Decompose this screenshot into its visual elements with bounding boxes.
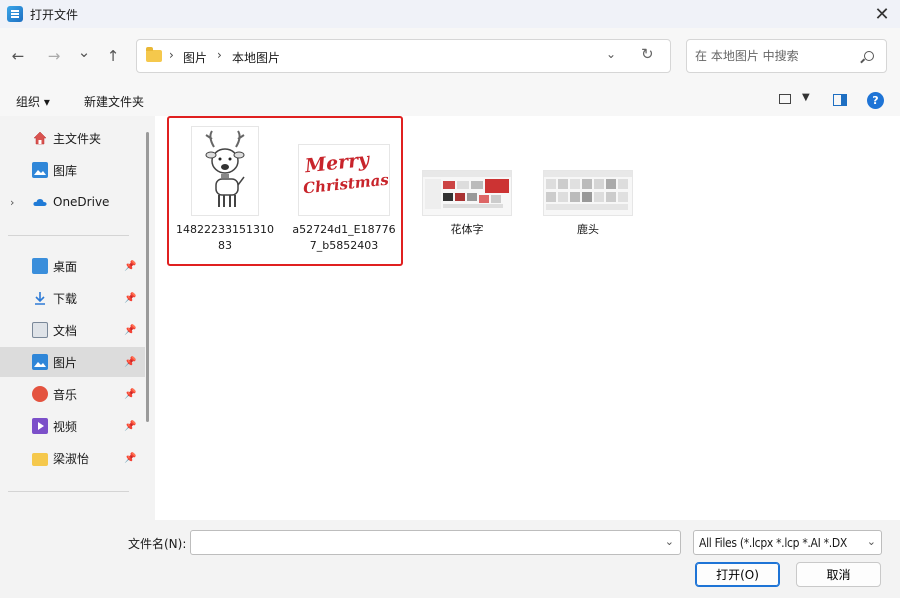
organize-menu[interactable]: 组织 ▾ <box>16 93 50 110</box>
file-name: 花体字 <box>450 223 484 236</box>
breadcrumb-separator: › <box>169 48 174 62</box>
sidebar-item-label: 视频 <box>53 419 78 434</box>
refresh-icon[interactable]: ↻ <box>641 45 654 63</box>
filename-combobox[interactable]: ⌄ <box>190 530 681 555</box>
sidebar-item-label: 桌面 <box>53 259 78 274</box>
navigation-bar: ← → ⌄ ↑ › 图片 › 本地图片 ⌄ ↻ <box>0 28 900 84</box>
sidebar-item-documents[interactable]: 文档 📌 <box>0 315 145 345</box>
search-icon[interactable] <box>864 51 874 61</box>
sidebar-item-home[interactable]: 主文件夹 <box>0 123 145 153</box>
folder-thumbnail <box>543 170 633 216</box>
file-type-select[interactable]: All Files (*.lcpx *.lcp *.AI *.DX ⌄ <box>693 530 882 555</box>
filename-dropdown-icon[interactable]: ⌄ <box>665 535 674 548</box>
window-title: 打开文件 <box>30 8 79 22</box>
sidebar-item-gallery[interactable]: 图库 <box>0 155 145 185</box>
search-box[interactable] <box>686 39 887 73</box>
folder-thumbnail <box>422 170 512 216</box>
new-folder-button[interactable]: 新建文件夹 <box>84 93 144 110</box>
sidebar-item-onedrive[interactable]: › OneDrive <box>0 187 145 217</box>
close-button[interactable]: ✕ <box>864 0 900 28</box>
search-input[interactable] <box>695 49 855 63</box>
sidebar-item-label: 图片 <box>53 355 78 370</box>
cloud-icon <box>32 194 48 210</box>
pin-icon[interactable]: 📌 <box>124 261 136 272</box>
breadcrumb-local-pictures[interactable]: 本地图片 <box>232 49 280 66</box>
file-list: 1482223315131083 Merry Christmas a52724d… <box>155 116 900 520</box>
sidebar-item-label: 图库 <box>53 163 78 178</box>
navigation-pane: 主文件夹 图库 › OneDrive 桌面 📌 下载 📌 文档 📌 图片 📌 音… <box>0 116 152 520</box>
sidebar-item-label: 梁淑怡 <box>53 451 90 466</box>
sidebar-item-pictures[interactable]: 图片 📌 <box>0 347 145 377</box>
pin-icon[interactable]: 📌 <box>124 293 136 304</box>
merry-text: Merry <box>304 148 371 178</box>
preview-pane-icon[interactable] <box>833 94 847 106</box>
sidebar-item-label: 下载 <box>53 291 78 306</box>
desktop-icon <box>32 258 48 274</box>
title-bar: 打开文件 ✕ <box>0 0 900 28</box>
bottom-bar: 文件名(N): ⌄ All Files (*.lcpx *.lcp *.AI *… <box>0 520 900 598</box>
pictures-icon <box>32 354 48 370</box>
sidebar-item-label: OneDrive <box>53 195 110 209</box>
sidebar-item-desktop[interactable]: 桌面 📌 <box>0 251 145 281</box>
document-icon <box>32 322 48 338</box>
folder-icon <box>32 452 48 466</box>
forward-button[interactable]: → <box>44 46 64 66</box>
sidebar-divider <box>8 235 129 236</box>
breadcrumb-separator: › <box>217 48 222 62</box>
file-item[interactable]: 花体字 <box>415 170 519 238</box>
home-icon <box>32 130 48 146</box>
pin-icon[interactable]: 📌 <box>124 357 136 368</box>
file-name: 鹿头 <box>577 223 599 236</box>
open-button[interactable]: 打开(O) <box>695 562 780 587</box>
file-type-dropdown-icon[interactable]: ⌄ <box>866 535 876 548</box>
pin-icon[interactable]: 📌 <box>124 453 136 464</box>
pin-icon[interactable]: 📌 <box>124 325 136 336</box>
help-icon[interactable]: ? <box>867 92 884 109</box>
sidebar-divider <box>8 491 129 492</box>
reindeer-image <box>191 126 259 216</box>
sidebar-item-downloads[interactable]: 下载 📌 <box>0 283 145 313</box>
gallery-icon <box>32 162 48 178</box>
merry-christmas-image: Merry Christmas <box>298 144 390 216</box>
recent-locations-button[interactable]: ⌄ <box>74 42 94 62</box>
folder-icon <box>146 47 162 62</box>
download-icon <box>32 290 48 306</box>
file-name: a52724d1_E187767_b5852403 <box>292 223 396 252</box>
file-item[interactable]: 1482223315131083 <box>173 126 277 254</box>
sidebar-item-videos[interactable]: 视频 📌 <box>0 411 145 441</box>
address-dropdown-icon[interactable]: ⌄ <box>606 47 616 61</box>
command-toolbar: 组织 ▾ 新建文件夹 ▼ ? <box>0 84 900 116</box>
view-dropdown-icon[interactable]: ▼ <box>802 92 810 103</box>
sidebar-item-label: 主文件夹 <box>53 131 102 146</box>
file-type-value: All Files (*.lcpx *.lcp *.AI *.DX <box>699 536 847 550</box>
expand-chevron-icon[interactable]: › <box>10 196 14 209</box>
file-name: 1482223315131083 <box>176 223 274 252</box>
breadcrumb-pictures[interactable]: 图片 <box>183 49 207 66</box>
filename-input[interactable] <box>191 531 651 553</box>
sidebar-item-label: 音乐 <box>53 387 78 402</box>
pin-icon[interactable]: 📌 <box>124 421 136 432</box>
view-icon[interactable] <box>779 94 791 104</box>
sidebar-item-label: 文档 <box>53 323 78 338</box>
address-bar[interactable]: › 图片 › 本地图片 ⌄ ↻ <box>136 39 671 73</box>
back-button[interactable]: ← <box>8 46 28 66</box>
file-item[interactable]: Merry Christmas a52724d1_E187767_b585240… <box>292 144 396 254</box>
pin-icon[interactable]: 📌 <box>124 389 136 400</box>
up-button[interactable]: ↑ <box>103 46 123 66</box>
sidebar-item-music[interactable]: 音乐 📌 <box>0 379 145 409</box>
filename-label: 文件名(N): <box>128 537 187 551</box>
video-icon <box>32 418 48 434</box>
app-icon <box>7 6 23 22</box>
music-icon <box>32 386 48 402</box>
cancel-button[interactable]: 取消 <box>796 562 881 587</box>
sidebar-item-user-folder[interactable]: 梁淑怡 📌 <box>0 443 145 473</box>
file-item[interactable]: 鹿头 <box>536 170 640 238</box>
sidebar-scrollbar[interactable] <box>146 132 149 422</box>
